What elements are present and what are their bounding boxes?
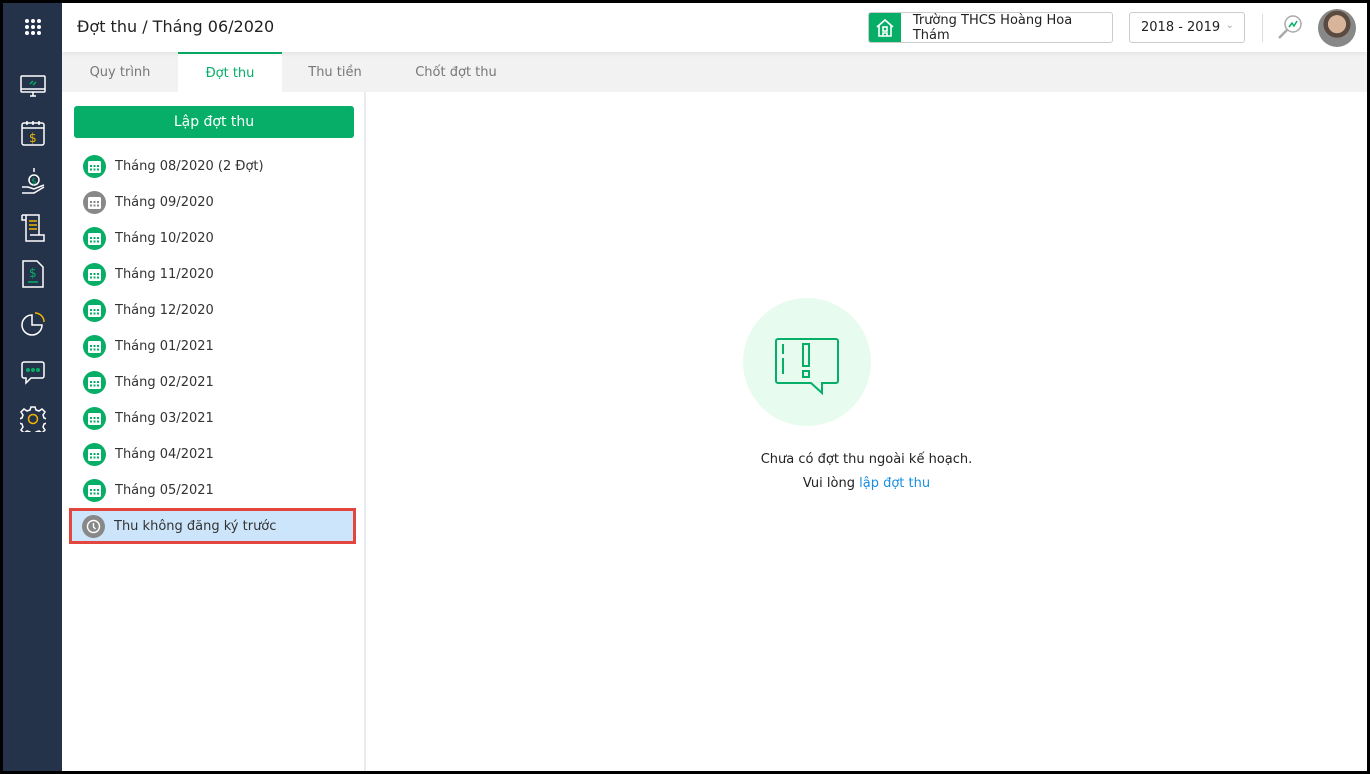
calendar-icon: [83, 478, 106, 502]
period-item[interactable]: Tháng 11/2020: [70, 256, 354, 292]
collection-period-list: Lập đợt thu Tháng 08/2020 (2 Đợt) Tháng 0…: [62, 92, 366, 771]
period-item[interactable]: Tháng 01/2021: [70, 328, 354, 364]
item-label: Tháng 01/2021: [115, 338, 214, 354]
item-label: Tháng 02/2021: [115, 374, 214, 390]
report-pie-icon[interactable]: [3, 306, 62, 342]
period-item[interactable]: Tháng 10/2020: [70, 220, 354, 256]
calendar-icon: [83, 262, 106, 286]
period-item[interactable]: Tháng 02/2021: [70, 364, 354, 400]
item-label: Thu không đăng ký trước: [114, 518, 277, 534]
period-item[interactable]: Tháng 12/2020: [70, 292, 354, 328]
tab-thu-tien[interactable]: Thu tiền: [282, 52, 388, 92]
settings-gear-icon[interactable]: [3, 401, 62, 437]
unregistered-collection-item[interactable]: Thu không đăng ký trước: [69, 508, 356, 544]
payment-hand-icon[interactable]: $: [3, 163, 62, 199]
avatar[interactable]: [1318, 9, 1356, 47]
item-label: Tháng 12/2020: [115, 302, 214, 318]
school-year-select[interactable]: 2018 - 2019 ⌄: [1129, 12, 1245, 43]
calendar-icon: [83, 406, 106, 430]
calendar-icon: [83, 442, 106, 466]
apps-grid-icon[interactable]: [3, 9, 62, 45]
calendar-icon: [83, 190, 106, 214]
home-icon: [869, 13, 901, 42]
app-window: $ $ $ Đợt thu / Tháng 06/2020 Trường THC…: [3, 3, 1367, 771]
period-item[interactable]: Tháng 08/2020 (2 Đợt): [70, 148, 354, 184]
item-label: Tháng 11/2020: [115, 266, 214, 282]
message-icon[interactable]: [3, 355, 62, 391]
invoice-document-icon[interactable]: $: [3, 256, 62, 292]
period-item[interactable]: Tháng 09/2020: [70, 184, 354, 220]
period-item[interactable]: Tháng 04/2021: [70, 436, 354, 472]
analytics-search-icon[interactable]: [1277, 14, 1303, 44]
svg-text:$: $: [29, 266, 37, 280]
empty-prompt: Vui lòng lập đợt thu: [366, 476, 1367, 491]
empty-state-illustration: [743, 298, 871, 426]
alert-message-icon: [775, 338, 839, 396]
tab-chot-dot-thu[interactable]: Chốt đợt thu: [388, 52, 524, 92]
item-label: Tháng 03/2021: [115, 410, 214, 426]
empty-message: Chưa có đợt thu ngoài kế hoạch.: [760, 452, 973, 467]
receipt-scroll-icon[interactable]: [3, 210, 62, 246]
chevron-down-icon: ⌄: [1225, 20, 1234, 31]
sidebar: $ $ $: [3, 3, 62, 771]
item-label: Tháng 04/2021: [115, 446, 214, 462]
calendar-icon: [83, 298, 106, 322]
calendar-icon: [83, 226, 106, 250]
header: Đợt thu / Tháng 06/2020 Trường THCS Hoàn…: [62, 3, 1367, 52]
calendar-icon: [83, 370, 106, 394]
item-label: Tháng 10/2020: [115, 230, 214, 246]
dashboard-monitor-icon[interactable]: [3, 69, 62, 105]
period-item[interactable]: Tháng 05/2021: [70, 472, 354, 508]
tab-bar: Quy trình Đợt thu Thu tiền Chốt đợt thu: [62, 52, 1367, 92]
item-label: Tháng 09/2020: [115, 194, 214, 210]
create-period-button[interactable]: Lập đợt thu: [74, 106, 354, 138]
period-item[interactable]: Tháng 03/2021: [70, 400, 354, 436]
school-year-value: 2018 - 2019: [1141, 20, 1221, 35]
calendar-icon: [83, 334, 106, 358]
item-label: Tháng 05/2021: [115, 482, 214, 498]
page-title: Đợt thu / Tháng 06/2020: [77, 17, 275, 36]
create-period-link[interactable]: lập đợt thu: [859, 476, 930, 491]
tab-quy-trinh[interactable]: Quy trình: [62, 52, 178, 92]
calendar-icon: [83, 154, 106, 178]
prompt-text: Vui lòng: [802, 476, 855, 491]
school-name: Trường THCS Hoàng Hoa Thám: [912, 12, 1073, 43]
divider: [1262, 14, 1263, 42]
school-selector[interactable]: Trường THCS Hoàng Hoa Thám: [868, 12, 1113, 43]
item-label: Tháng 08/2020 (2 Đợt): [115, 158, 264, 174]
svg-text:$: $: [29, 131, 37, 145]
clock-icon: [82, 514, 105, 538]
svg-text:$: $: [31, 177, 37, 187]
fee-calendar-icon[interactable]: $: [3, 115, 62, 151]
tab-dot-thu[interactable]: Đợt thu: [178, 52, 282, 92]
